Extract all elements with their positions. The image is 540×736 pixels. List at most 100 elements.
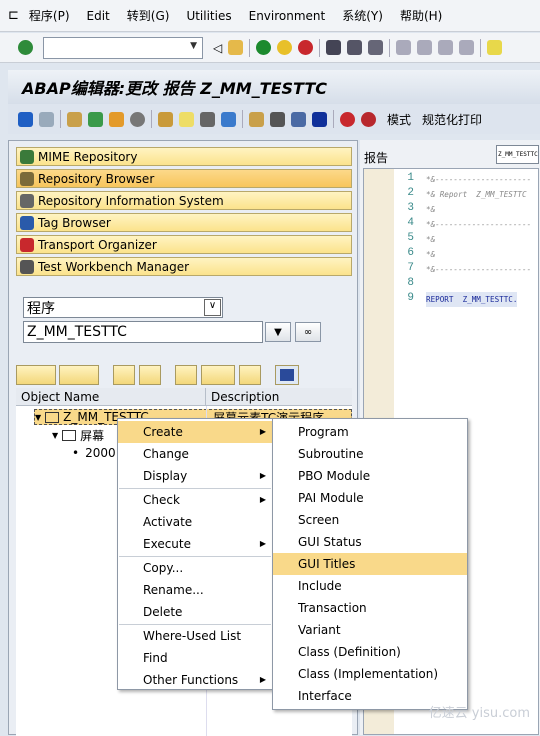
menu-item-rename[interactable]: Rename... (118, 579, 272, 601)
menu-edit[interactable]: Edit (87, 9, 110, 23)
menu-item-delete[interactable]: Delete (118, 601, 272, 623)
menu-item-check[interactable]: Check ▶ (118, 489, 272, 511)
menu-item-class-definition[interactable]: Class (Definition) (273, 641, 467, 663)
save-icon[interactable] (228, 40, 244, 55)
menu-environment[interactable]: Environment (249, 9, 326, 23)
external-breakpoint-icon[interactable] (361, 111, 376, 127)
back-icon[interactable] (256, 40, 272, 55)
menu-item-where-used-list[interactable]: Where-Used List (118, 625, 272, 647)
collapse-all-button[interactable] (139, 365, 161, 385)
column-object-name[interactable]: Object Name (16, 388, 206, 405)
menu-utilities[interactable]: Utilities (186, 9, 231, 23)
menu-item-screen[interactable]: Screen (273, 509, 467, 531)
menu-item-class-implementation[interactable]: Class (Implementation) (273, 663, 467, 685)
nav-transport-organizer[interactable]: Transport Organizer (16, 235, 352, 254)
glasses-icon: ∞ (303, 326, 313, 338)
display-button[interactable]: ∞ (295, 322, 321, 342)
exit-icon[interactable] (277, 40, 293, 55)
submenu-arrow-icon: ▶ (259, 495, 266, 504)
find-icon[interactable] (347, 40, 363, 55)
active-inactive-icon[interactable] (88, 111, 103, 127)
test-icon[interactable] (179, 111, 194, 127)
check-icon[interactable] (130, 111, 145, 127)
menu-item-pai-module[interactable]: PAI Module (273, 487, 467, 509)
hierarchy-button[interactable] (175, 365, 197, 385)
application-toolbar: 模式 规范化打印 (8, 104, 540, 134)
menu-item-label: Interface (298, 689, 352, 703)
menu-item-pbo-module[interactable]: PBO Module (273, 465, 467, 487)
nav-mime-repository[interactable]: MIME Repository (16, 147, 352, 166)
back-arrow-icon[interactable] (18, 111, 33, 127)
menu-item-other-functions[interactable]: Other Functions ▶ (118, 669, 272, 691)
line-number: 8 (407, 277, 414, 289)
pattern-button[interactable]: 模式 (387, 111, 411, 128)
command-field[interactable] (43, 36, 203, 59)
activate-icon[interactable] (158, 111, 173, 127)
nav-tag-browser[interactable]: Tag Browser (16, 213, 352, 232)
next-object-button[interactable] (59, 365, 99, 385)
truck-icon (20, 237, 34, 252)
help-icon[interactable] (291, 111, 306, 127)
menu-item-gui-titles[interactable]: GUI Titles (273, 553, 467, 575)
breakpoint-icon[interactable] (340, 111, 355, 127)
display-change-icon[interactable] (67, 111, 82, 127)
menu-item-execute[interactable]: Execute ▶ (118, 533, 272, 555)
expand-icon[interactable]: ▼ (52, 431, 58, 440)
menu-item-variant[interactable]: Variant (273, 619, 467, 641)
new-session-icon[interactable] (487, 40, 503, 55)
column-description[interactable]: Description (206, 388, 279, 405)
menu-item-program[interactable]: Program (273, 421, 467, 443)
report-name-field[interactable]: Z_MM_TESTTC (496, 145, 539, 164)
menu-item-change[interactable]: Change (118, 443, 272, 465)
menu-item-transaction[interactable]: Transaction (273, 597, 467, 619)
line-number: 1 (407, 172, 414, 184)
nav-test-workbench-manager[interactable]: Test Workbench Manager (16, 257, 352, 276)
info-icon[interactable] (312, 111, 327, 127)
object-list-icon[interactable] (249, 111, 264, 127)
report-name-value: Z_MM_TESTTC (498, 151, 538, 158)
menu-item-gui-status[interactable]: GUI Status (273, 531, 467, 553)
menu-help[interactable]: 帮助(H) (400, 7, 442, 24)
menu-item-copy[interactable]: Copy... (118, 557, 272, 579)
menu-item-activate[interactable]: Activate (118, 511, 272, 533)
menu-goto[interactable]: 转到(G) (127, 7, 170, 24)
chevron-down-icon[interactable]: ∨ (204, 299, 221, 316)
menu-item-subroutine[interactable]: Subroutine (273, 443, 467, 465)
object-type-select[interactable]: 程序 ∨ (23, 297, 223, 318)
nav-label: Repository Browser (38, 171, 155, 186)
last-page-icon[interactable] (459, 40, 475, 55)
next-page-icon[interactable] (438, 40, 454, 55)
pretty-printer-button[interactable]: 规范化打印 (422, 111, 482, 128)
other-object-icon[interactable] (109, 111, 124, 127)
close-button[interactable] (275, 365, 299, 385)
menu-icon[interactable]: ⊏ (8, 8, 19, 23)
expand-all-button[interactable] (113, 365, 135, 385)
nav-repository-information-system[interactable]: Repository Information System (16, 191, 352, 210)
cancel-icon[interactable] (298, 40, 314, 55)
nav-repository-browser[interactable]: Repository Browser (16, 169, 352, 188)
tree-node-screens[interactable]: ▼ 屏幕 (52, 427, 104, 443)
forward-arrow-icon[interactable] (39, 111, 54, 127)
previous-page-icon[interactable] (417, 40, 433, 55)
expand-icon[interactable]: ▼ (35, 413, 41, 422)
menu-item-create[interactable]: Create ▶ (118, 421, 272, 443)
collapse-icon[interactable]: ◁ (213, 41, 222, 55)
display-object-list-icon[interactable] (270, 111, 285, 127)
enter-icon[interactable] (18, 40, 33, 55)
navigation-icon[interactable] (221, 111, 236, 127)
dropdown-button[interactable]: ▼ (265, 322, 291, 342)
refresh-button[interactable] (239, 365, 261, 385)
menu-item-find[interactable]: Find (118, 647, 272, 669)
tree-node-screen-2000[interactable]: • 2000 (72, 445, 116, 461)
menu-item-display[interactable]: Display ▶ (118, 465, 272, 487)
where-used-icon[interactable] (200, 111, 215, 127)
find-next-icon[interactable] (368, 40, 384, 55)
menu-item-include[interactable]: Include (273, 575, 467, 597)
menu-system[interactable]: 系统(Y) (342, 7, 383, 24)
object-name-input[interactable]: Z_MM_TESTTC (23, 321, 263, 343)
print-icon[interactable] (326, 40, 342, 55)
menu-program[interactable]: 程序(P) (29, 7, 70, 24)
options-button[interactable] (201, 365, 235, 385)
first-page-icon[interactable] (396, 40, 412, 55)
previous-object-button[interactable] (16, 365, 56, 385)
